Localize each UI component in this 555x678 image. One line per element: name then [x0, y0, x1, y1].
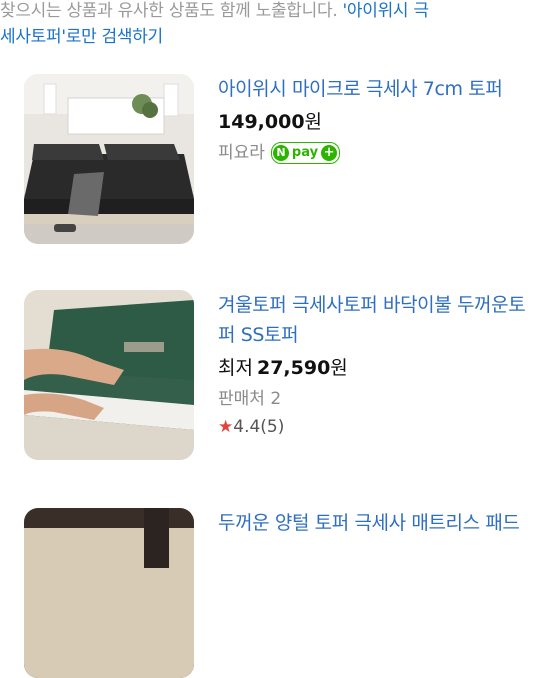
product-info: 두꺼운 양털 토퍼 극세사 매트리스 패드 [218, 508, 538, 538]
product-image[interactable] [24, 290, 194, 460]
review-count: (5) [260, 417, 285, 437]
product-card[interactable]: 두꺼운 양털 토퍼 극세사 매트리스 패드 [24, 508, 534, 678]
npay-badge: Npay + [270, 142, 341, 164]
seller-count: 판매처 2 [218, 389, 282, 409]
price-value: 27,590 [256, 357, 331, 379]
product-title[interactable]: 겨울토퍼 극세사토퍼 바닥이불 두꺼운토퍼 SS토퍼 [218, 290, 538, 350]
price-prefix: 최저 [218, 357, 253, 379]
query-suffix[interactable]: 로만 검색하기 [66, 27, 163, 47]
plus-icon: + [321, 145, 338, 161]
product-card[interactable]: 겨울토퍼 극세사토퍼 바닥이불 두꺼운토퍼 SS토퍼 최저 27,590원 판매처… [24, 290, 534, 460]
star-icon: ★ [218, 417, 234, 437]
rating-row: ★4.4(5) [218, 414, 538, 440]
notice-text: 찾으시는 상품과 유사한 상품도 함께 노출합니다. [0, 1, 343, 21]
product-info: 겨울토퍼 극세사토퍼 바닥이불 두꺼운토퍼 SS토퍼 최저 27,590원 판매처… [218, 290, 538, 440]
product-card[interactable]: 아이위시 마이크로 극세사 7cm 토퍼 149,000원 피요라 Npay + [24, 74, 534, 244]
price-value: 149,000 [218, 111, 305, 133]
similar-products-notice: 찾으시는 상품과 유사한 상품도 함께 노출합니다. '아이위시 극세사토퍼'로… [0, 0, 555, 50]
product-image[interactable] [24, 74, 194, 244]
price-currency: 원 [304, 111, 323, 133]
product-price: 149,000원 [218, 108, 538, 136]
query-part2[interactable]: 세사토퍼' [0, 27, 66, 47]
seller-row: 판매처 2 [218, 386, 538, 412]
product-image[interactable] [24, 508, 194, 678]
product-price: 최저 27,590원 [218, 354, 538, 382]
seller-row: 피요라 Npay + [218, 140, 538, 166]
price-currency: 원 [330, 357, 348, 379]
fleece-topper-photo [24, 508, 194, 678]
npay-n-icon: N [272, 145, 289, 161]
product-info: 아이위시 마이크로 극세사 7cm 토퍼 149,000원 피요라 Npay + [218, 74, 538, 166]
product-title[interactable]: 아이위시 마이크로 극세사 7cm 토퍼 [218, 74, 538, 104]
query-part1[interactable]: '아이위시 극 [343, 1, 429, 21]
seller-name: 피요라 [218, 143, 265, 163]
npay-label: pay [291, 145, 319, 160]
product-title[interactable]: 두꺼운 양털 토퍼 극세사 매트리스 패드 [218, 508, 538, 538]
topper-photo [24, 290, 194, 460]
rating-value: 4.4 [233, 417, 261, 437]
bed-photo [24, 74, 194, 244]
